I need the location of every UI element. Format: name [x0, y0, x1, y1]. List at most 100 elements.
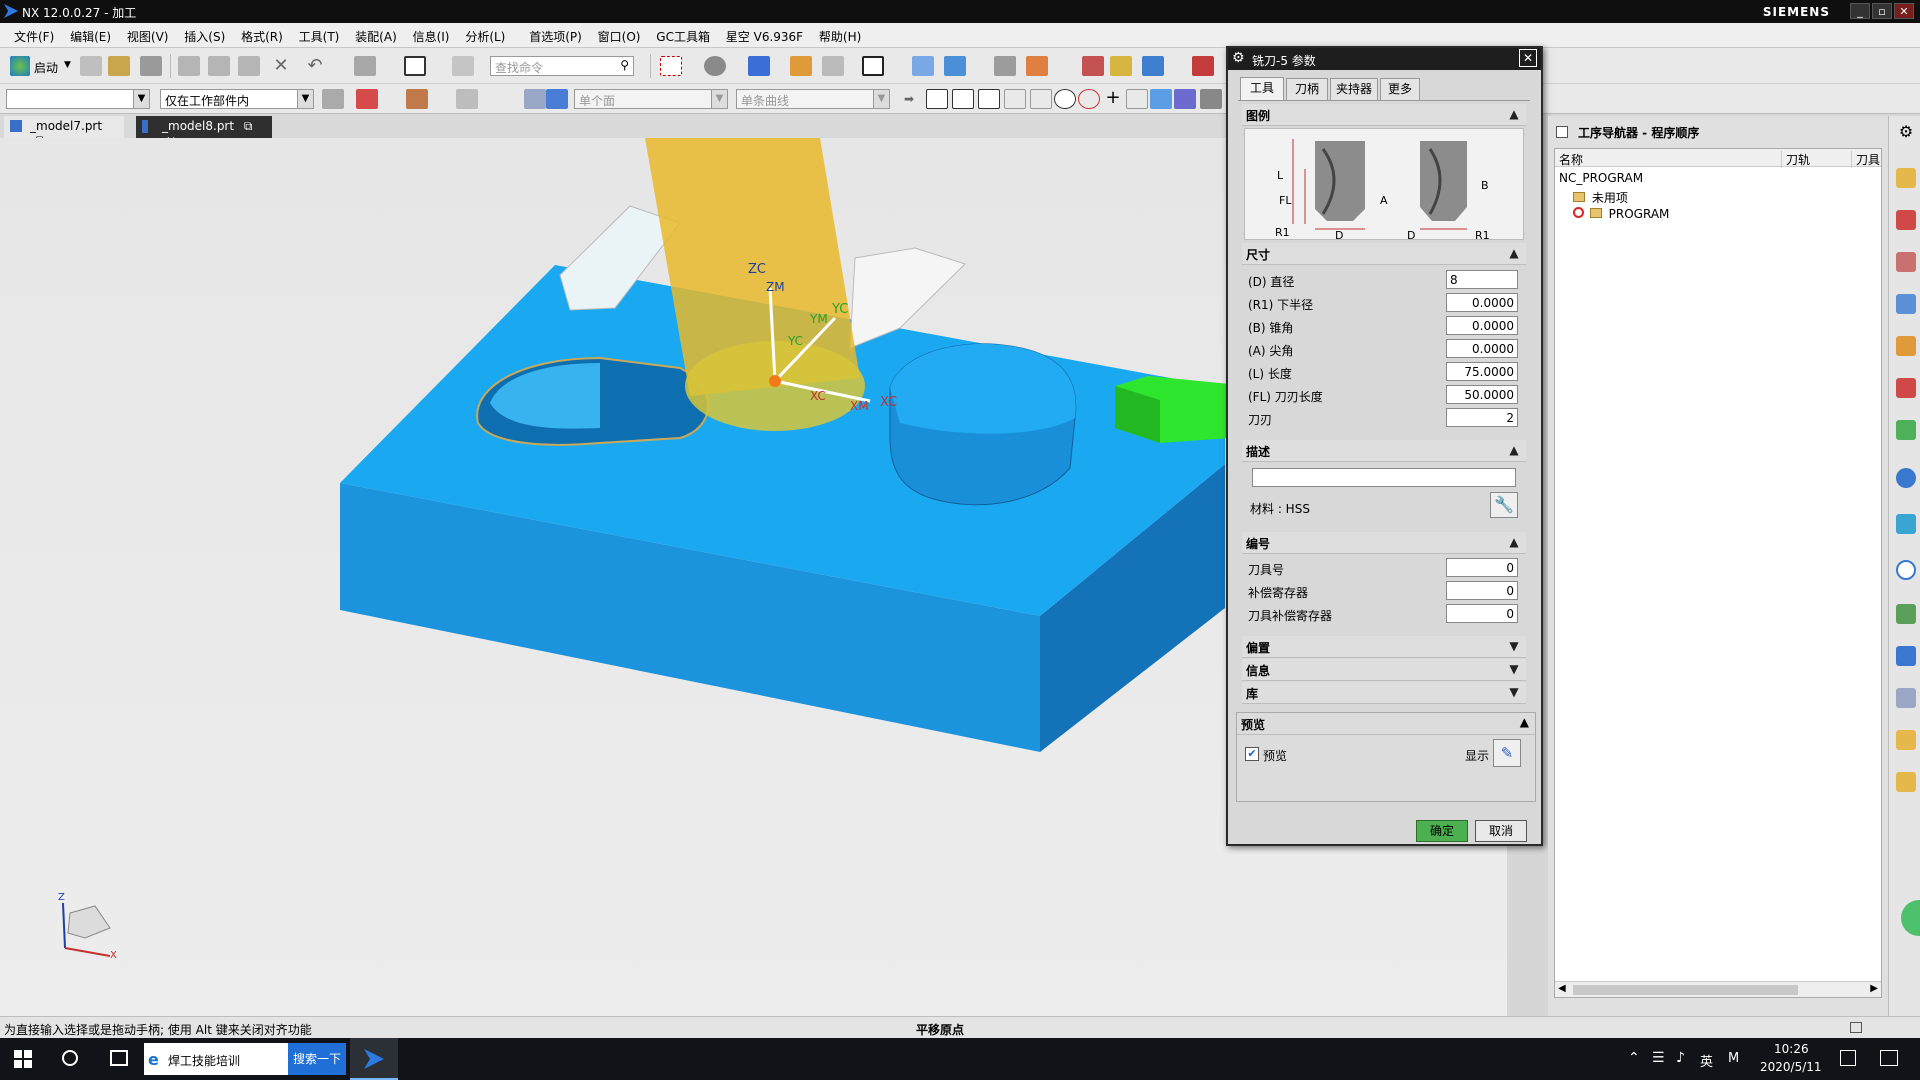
menu-file[interactable]: 文件(F): [8, 23, 60, 50]
tree-row-unused[interactable]: 未用项: [1573, 189, 1628, 206]
section-legend[interactable]: 图例 ▲: [1242, 104, 1526, 126]
manufacturing-wizard-icon[interactable]: [1896, 688, 1916, 708]
snap-on-curve-icon[interactable]: [1126, 89, 1148, 109]
task-view-icon[interactable]: [110, 1050, 128, 1066]
csys-origin-handle[interactable]: [769, 375, 781, 387]
chevron-up-icon[interactable]: ▲: [1506, 442, 1522, 458]
snap-center-icon[interactable]: [1030, 89, 1052, 109]
open-folder-icon[interactable]: [108, 56, 130, 76]
cut-icon[interactable]: [178, 56, 200, 76]
web-browser-icon[interactable]: [1896, 468, 1916, 488]
flute-length-input[interactable]: 50.0000: [1446, 385, 1518, 404]
operation-navigator-tab-icon[interactable]: [1896, 420, 1916, 440]
scroll-left-icon[interactable]: ◀: [1558, 983, 1566, 994]
clock-icon[interactable]: [1896, 560, 1916, 580]
column-name[interactable]: 名称: [1559, 151, 1583, 168]
history-icon[interactable]: [1896, 514, 1916, 534]
dialog-close-button[interactable]: ✕: [1519, 49, 1537, 67]
menu-info[interactable]: 信息(I): [407, 23, 456, 50]
menu-insert[interactable]: 插入(S): [178, 23, 231, 50]
view-triad-cube[interactable]: [67, 905, 111, 939]
length-input[interactable]: 75.0000: [1446, 362, 1518, 381]
display-tool-button[interactable]: ✎: [1493, 739, 1521, 767]
file-tab-model7[interactable]: _model7.prt ⧉: [4, 116, 124, 147]
tab-shank[interactable]: 夹持器: [1330, 78, 1378, 100]
chevron-up-icon[interactable]: ▲: [1506, 245, 1522, 261]
process-studio-icon[interactable]: [1896, 646, 1916, 666]
snap-bounded-icon[interactable]: [1174, 89, 1196, 109]
restore-button[interactable]: ▫: [1872, 3, 1892, 19]
section-numbers[interactable]: 编号 ▲: [1242, 532, 1526, 554]
save-icon[interactable]: [140, 56, 162, 76]
taskbar-search-button[interactable]: 搜索一下: [288, 1043, 346, 1075]
section-info[interactable]: 信息 ▼: [1242, 659, 1526, 681]
menu-preferences[interactable]: 首选项(P): [523, 23, 588, 50]
ok-button[interactable]: 确定: [1416, 820, 1468, 842]
flutes-input[interactable]: 2: [1446, 408, 1518, 427]
operation-navigator-icon[interactable]: [994, 56, 1016, 76]
windows-start-icon[interactable]: [14, 1050, 32, 1068]
generate-path-icon[interactable]: [1082, 56, 1104, 76]
role-icon[interactable]: [1896, 730, 1916, 750]
snap-circle-icon[interactable]: [1054, 89, 1076, 109]
section-preview[interactable]: 预览 ▲: [1237, 713, 1535, 735]
tab-more[interactable]: 更多: [1380, 78, 1420, 100]
arrow-right-icon[interactable]: ➡: [898, 89, 920, 109]
diameter-input[interactable]: 8: [1446, 270, 1518, 289]
shaded-cube-icon[interactable]: [748, 56, 770, 76]
snap-point-icon[interactable]: +: [1102, 89, 1124, 109]
fit-view-icon[interactable]: [660, 56, 682, 76]
column-toolpath[interactable]: 刀轨: [1781, 151, 1810, 168]
view-frame-icon[interactable]: [862, 56, 884, 76]
snap-intersection-icon[interactable]: [1004, 89, 1026, 109]
close-button[interactable]: ✕: [1894, 3, 1914, 19]
status-window-icon[interactable]: [1850, 1022, 1862, 1033]
select-all-icon[interactable]: [356, 89, 378, 109]
scroll-right-icon[interactable]: ▶: [1870, 983, 1878, 994]
section-offset[interactable]: 偏置 ▼: [1242, 636, 1526, 658]
snap-settings-icon[interactable]: [322, 89, 344, 109]
menu-tools[interactable]: 工具(T): [293, 23, 346, 50]
dialog-title-bar[interactable]: ⚙ 铣刀-5 参数 ✕: [1228, 48, 1541, 70]
tool-number-input[interactable]: 0: [1446, 558, 1518, 577]
preview-checkbox[interactable]: ✔: [1245, 747, 1259, 761]
notification-icon[interactable]: [1840, 1050, 1856, 1066]
ime-mode[interactable]: M: [1728, 1051, 1739, 1066]
snap-on-face-icon[interactable]: [1150, 89, 1172, 109]
navigator-checkbox[interactable]: [1556, 126, 1568, 138]
snap-control-icon[interactable]: [978, 89, 1000, 109]
tree-row-nc-program[interactable]: NC_PROGRAM: [1559, 171, 1643, 185]
tip-angle-input[interactable]: 0.0000: [1446, 339, 1518, 358]
help-bubble-icon[interactable]: [1901, 900, 1920, 936]
taper-angle-input[interactable]: 0.0000: [1446, 316, 1518, 335]
horizontal-scrollbar[interactable]: ◀ ▶: [1555, 981, 1881, 997]
machine-tool-icon[interactable]: [1192, 56, 1214, 76]
delete-icon[interactable]: ✕: [270, 56, 292, 76]
input-language[interactable]: 英: [1700, 1051, 1713, 1070]
tool-path-icon[interactable]: [1026, 56, 1048, 76]
tab-holder[interactable]: 刀柄: [1286, 78, 1328, 100]
start-dropdown-icon[interactable]: ▼: [64, 60, 71, 70]
section-size[interactable]: 尺寸 ▲: [1242, 243, 1526, 265]
popout-icon[interactable]: ⧉: [244, 119, 253, 133]
copy-icon[interactable]: [208, 56, 230, 76]
reuse-library-icon[interactable]: [1896, 294, 1916, 314]
nx-taskbar-app[interactable]: [350, 1038, 398, 1080]
edit-section-icon[interactable]: [790, 56, 812, 76]
layer-icon[interactable]: [822, 56, 844, 76]
tree-row-program[interactable]: PROGRAM: [1573, 207, 1669, 221]
curve-rule-combo[interactable]: 单条曲线 ▼: [736, 89, 890, 109]
snap-midpoint-icon[interactable]: [952, 89, 974, 109]
start-button[interactable]: 启动: [34, 59, 58, 76]
render-style-icon[interactable]: [704, 56, 726, 76]
menu-view[interactable]: 视图(V): [121, 23, 175, 50]
menu-window[interactable]: 窗口(O): [592, 23, 647, 50]
select-face-icon[interactable]: [524, 89, 546, 109]
action-center-icon[interactable]: [1880, 1050, 1898, 1066]
chevron-up-icon[interactable]: ▲: [1506, 106, 1522, 122]
cortana-circle-icon[interactable]: [62, 1050, 78, 1066]
section-description[interactable]: 描述 ▲: [1242, 440, 1526, 462]
volume-icon[interactable]: ♪: [1676, 1050, 1685, 1066]
rectangle-select-icon[interactable]: [404, 56, 426, 76]
chevron-up-icon[interactable]: ▲: [1506, 534, 1522, 550]
